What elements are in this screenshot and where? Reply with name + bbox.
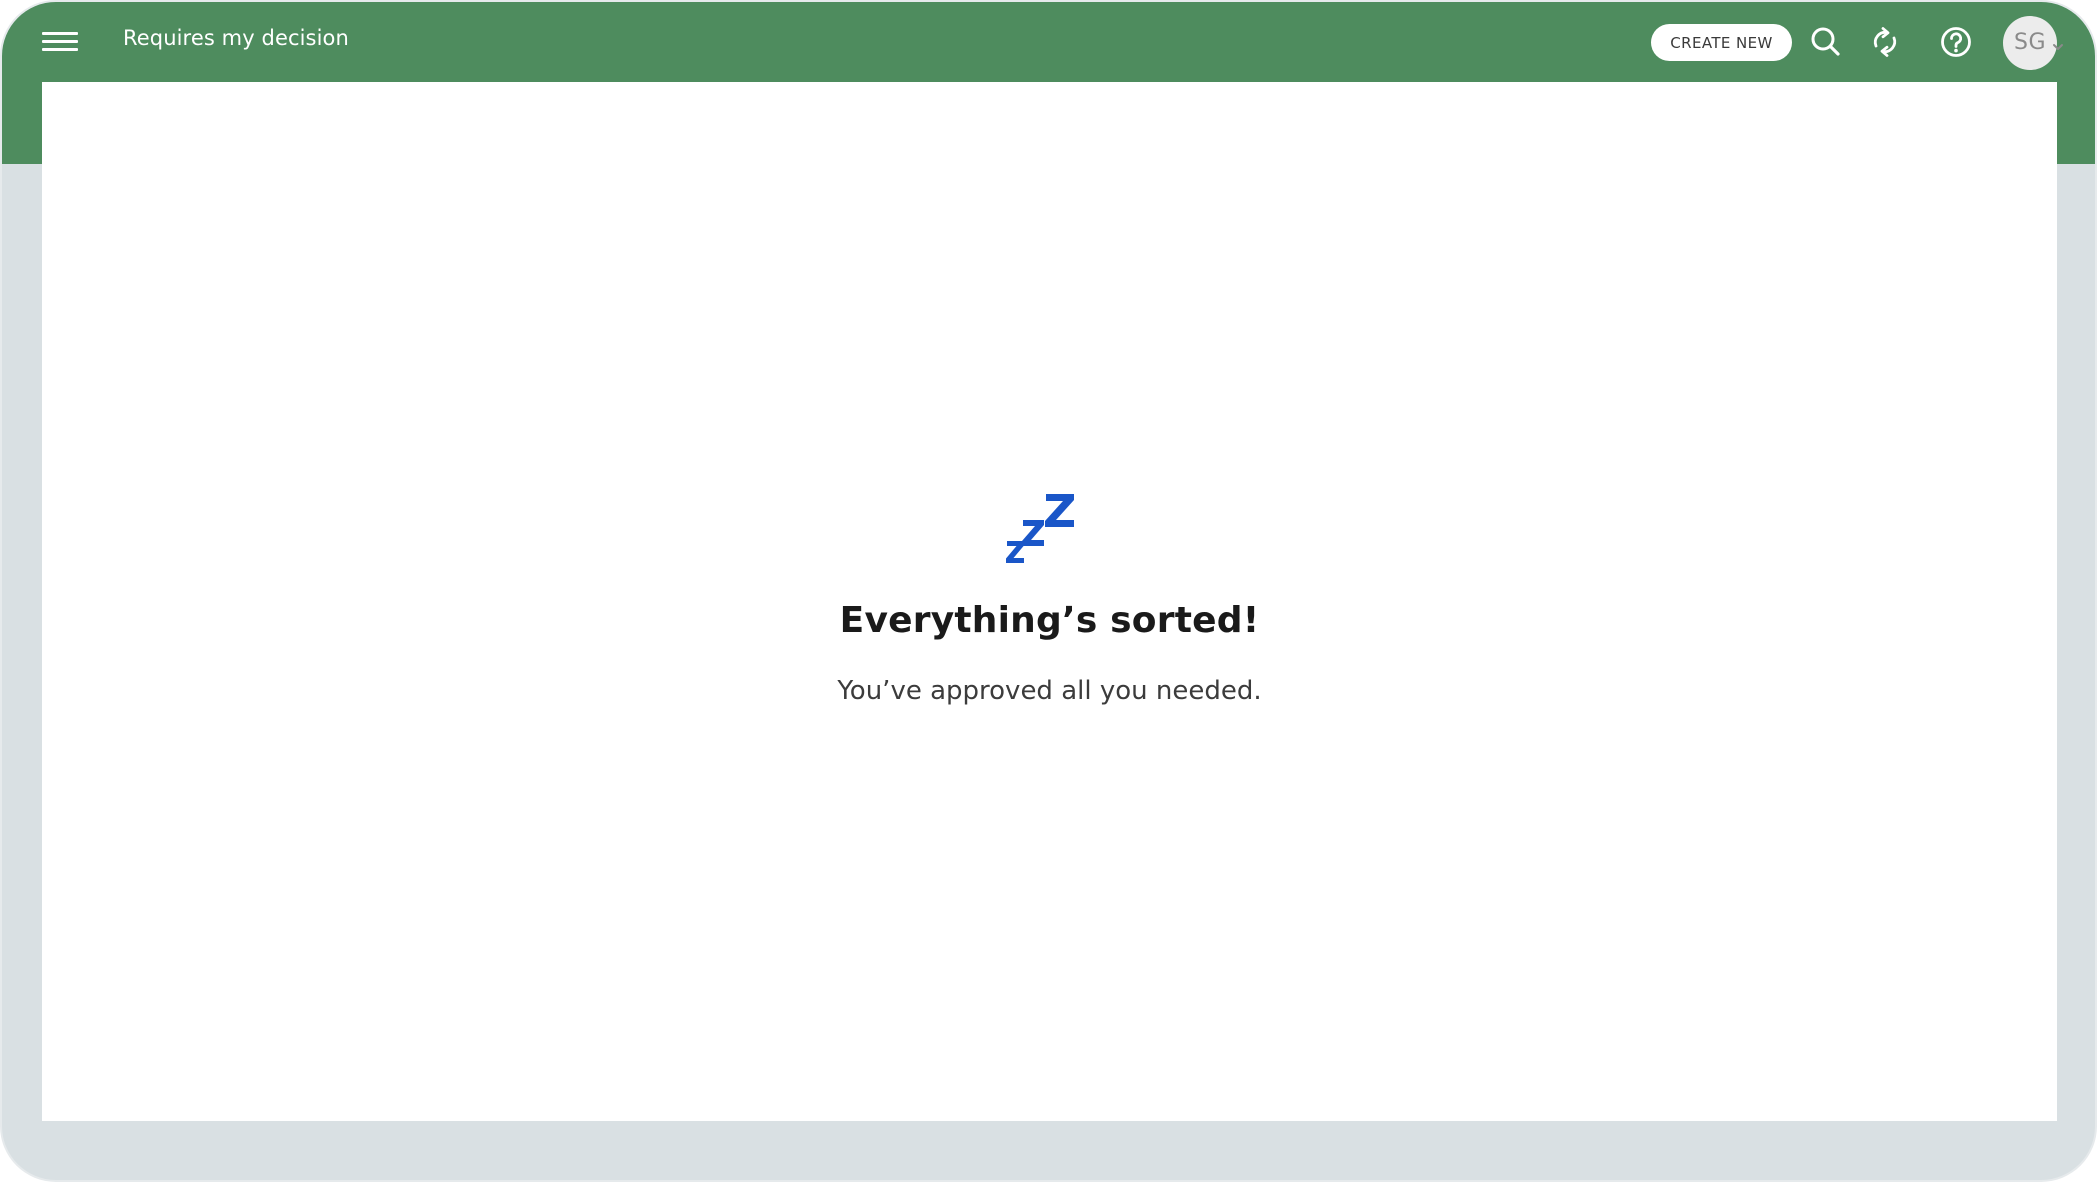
help-icon[interactable] — [1936, 22, 1976, 62]
avatar[interactable]: SG — [2003, 16, 2057, 70]
page-title: Requires my decision — [123, 26, 349, 50]
top-bar: Requires my decision CREATE NEW SG — [2, 2, 2095, 82]
empty-state: Everything’s sorted! You’ve approved all… — [42, 82, 2057, 1121]
chevron-down-icon[interactable] — [2052, 37, 2064, 50]
sleeping-zzz-icon — [1002, 486, 1102, 586]
create-new-button[interactable]: CREATE NEW — [1651, 24, 1792, 61]
menu-line — [42, 40, 78, 43]
refresh-icon[interactable] — [1865, 22, 1905, 62]
app-window: Requires my decision CREATE NEW SG Every… — [2, 2, 2095, 1180]
menu-line — [42, 32, 78, 35]
search-icon[interactable] — [1806, 22, 1846, 62]
main-content: Everything’s sorted! You’ve approved all… — [42, 82, 2057, 1121]
empty-state-subtitle: You’ve approved all you needed. — [837, 676, 1262, 706]
hamburger-menu-icon[interactable] — [42, 29, 78, 55]
empty-state-title: Everything’s sorted! — [839, 600, 1260, 641]
menu-line — [42, 48, 78, 51]
avatar-initials: SG — [2013, 30, 2046, 55]
